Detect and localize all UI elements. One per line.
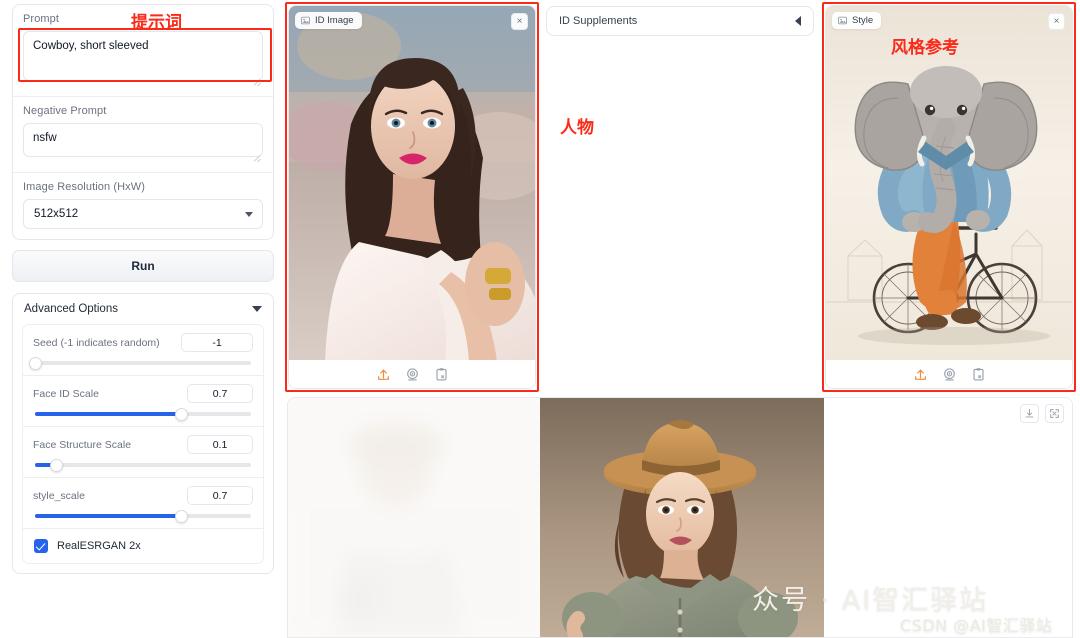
result-placeholder-blurred[interactable] (288, 398, 540, 637)
resolution-field-block: Image Resolution (HxW) 512x512 (13, 173, 273, 239)
negative-prompt-label: Negative Prompt (23, 105, 107, 117)
resolution-select[interactable]: 512x512 (23, 199, 263, 229)
left-control-column: Prompt Negative Prompt Image Resolution … (12, 4, 274, 574)
id-supplements-title: ID Supplements (559, 15, 638, 27)
slider-track-seed[interactable] (28, 356, 251, 370)
advanced-options-body: Seed (-1 indicates random) -1 Face ID Sc… (22, 324, 264, 564)
app-root: Prompt Negative Prompt Image Resolution … (0, 0, 1080, 638)
slider-row-style-scale: style_scale 0.7 (23, 478, 263, 529)
annotation-person-cn: 人物 (560, 118, 594, 138)
style-toolbar (826, 360, 1072, 388)
id-supplements-panel[interactable]: ID Supplements (546, 6, 814, 36)
style-tag-label: Style (852, 15, 874, 26)
slider-track-style-scale[interactable] (35, 509, 251, 523)
slider-value-style-scale[interactable]: 0.7 (187, 486, 253, 505)
style-close-button[interactable]: × (1048, 13, 1065, 30)
slider-value-face-id-scale[interactable]: 0.7 (187, 384, 253, 403)
result-toolbar (1020, 404, 1064, 423)
result-panel (287, 397, 1073, 638)
id-image-media[interactable] (289, 6, 535, 362)
id-image-photo (289, 6, 535, 362)
id-image-close-button[interactable]: × (511, 13, 528, 30)
prompt-input[interactable] (23, 31, 263, 81)
style-panel: Style × (825, 5, 1073, 389)
fullscreen-button[interactable] (1045, 404, 1064, 423)
prompt-settings-card: Prompt Negative Prompt Image Resolution … (12, 4, 274, 240)
slider-value-face-structure-scale[interactable]: 0.1 (187, 435, 253, 454)
run-button[interactable]: Run (12, 250, 274, 282)
resolution-label: Image Resolution (HxW) (23, 181, 146, 193)
slider-row-seed: Seed (-1 indicates random) -1 (23, 325, 263, 376)
resolution-value: 512x512 (34, 208, 79, 220)
upload-icon[interactable] (913, 367, 928, 382)
slider-row-face-id-scale: Face ID Scale 0.7 (23, 376, 263, 427)
slider-label-seed: Seed (-1 indicates random) (33, 336, 160, 349)
result-image-tile[interactable] (540, 398, 824, 637)
image-icon (301, 16, 310, 25)
annotation-style-cn: 风格参考 (891, 38, 959, 58)
chevron-left-icon[interactable] (795, 16, 801, 26)
slider-row-face-structure-scale: Face Structure Scale 0.1 (23, 427, 263, 478)
advanced-options-title: Advanced Options (24, 303, 118, 315)
download-icon (1025, 408, 1034, 418)
slider-label-face-id-scale: Face ID Scale (33, 387, 99, 400)
negative-prompt-input[interactable] (23, 123, 263, 157)
slider-track-face-structure-scale[interactable] (35, 458, 251, 472)
id-image-panel: ID Image × (288, 5, 536, 389)
result-generated-image (540, 398, 824, 637)
webcam-icon[interactable] (942, 367, 957, 382)
slider-track-face-id-scale[interactable] (35, 407, 251, 421)
slider-value-seed[interactable]: -1 (181, 333, 253, 352)
annotation-prompt-cn: 提示词 (131, 13, 182, 33)
id-image-tag: ID Image (295, 12, 362, 29)
style-media[interactable] (826, 6, 1072, 362)
chevron-down-icon (252, 306, 262, 312)
result-placeholder-image (288, 398, 540, 637)
id-image-toolbar (289, 360, 535, 388)
upload-icon[interactable] (376, 367, 391, 382)
slider-label-face-structure-scale: Face Structure Scale (33, 438, 132, 451)
clipboard-icon[interactable] (434, 367, 449, 382)
realesrgan-checkbox-row[interactable]: RealESRGAN 2x (23, 529, 263, 563)
realesrgan-checkbox[interactable] (34, 539, 48, 553)
realesrgan-label: RealESRGAN 2x (57, 540, 141, 552)
image-icon (838, 16, 847, 25)
slider-label-style-scale: style_scale (33, 489, 85, 502)
style-reference-illustration (826, 6, 1072, 362)
result-empty-region (824, 398, 1072, 637)
negative-prompt-field-block: Negative Prompt (13, 97, 273, 172)
fullscreen-icon (1050, 409, 1059, 418)
clipboard-icon[interactable] (971, 367, 986, 382)
download-button[interactable] (1020, 404, 1039, 423)
id-image-tag-label: ID Image (315, 15, 354, 26)
style-tag: Style (832, 12, 882, 29)
advanced-options-header[interactable]: Advanced Options (13, 294, 273, 324)
advanced-options-card: Advanced Options Seed (-1 indicates rand… (12, 293, 274, 574)
chevron-down-icon (245, 212, 253, 217)
webcam-icon[interactable] (405, 367, 420, 382)
